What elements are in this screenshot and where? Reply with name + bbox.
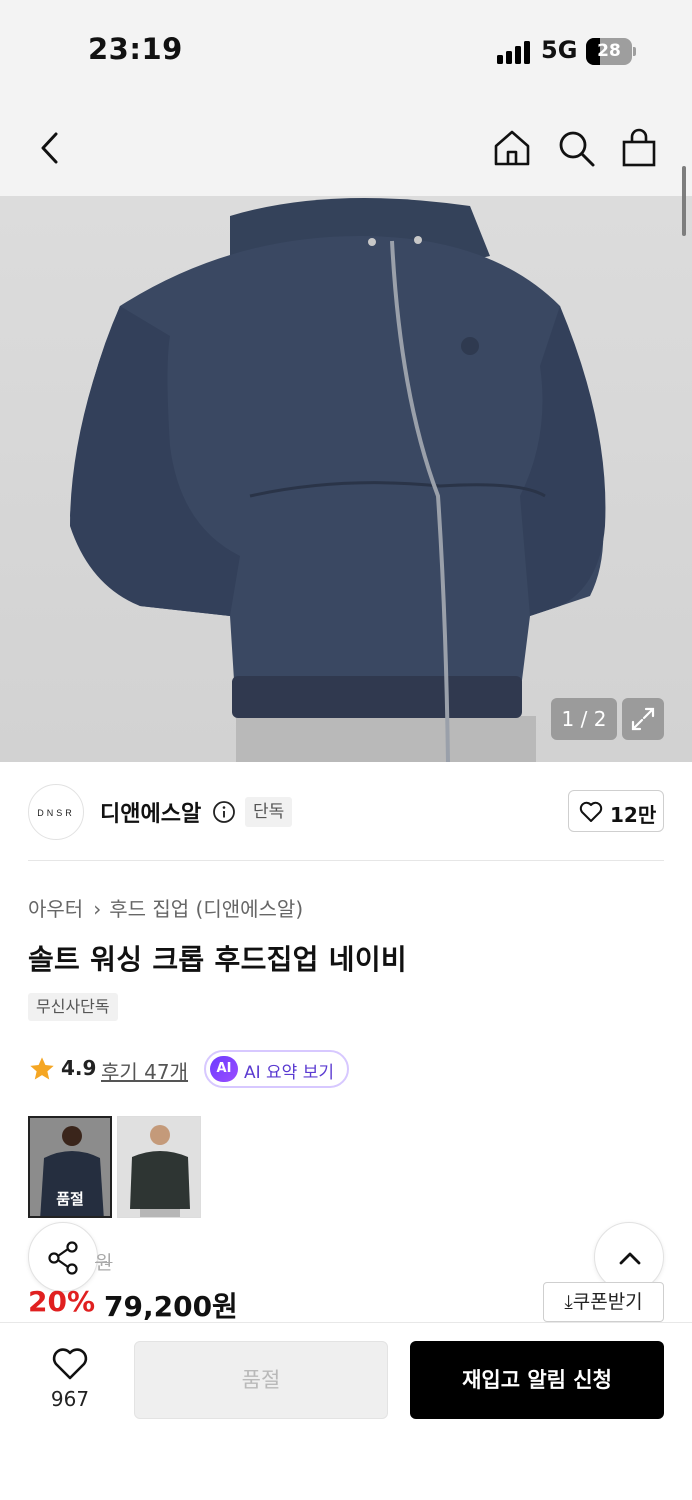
- shopping-bag-icon[interactable]: [619, 128, 659, 168]
- coupon-button[interactable]: ⤓쿠폰받기: [543, 1282, 664, 1322]
- brand-logo[interactable]: DNSR: [28, 784, 84, 840]
- info-icon[interactable]: [212, 800, 236, 824]
- product-photo: [70, 198, 606, 762]
- brand-like-button[interactable]: 12만: [568, 790, 664, 832]
- bottom-action-bar: 967 품절 재입고 알림 신청: [0, 1322, 692, 1500]
- heart-icon[interactable]: [51, 1347, 89, 1381]
- brand-like-count: 12만: [610, 803, 657, 827]
- soldout-label: 품절: [56, 1190, 84, 1208]
- product-title: 솔트 워싱 크롭 후드집업 네이비: [28, 943, 407, 976]
- download-icon: ⤓: [564, 1291, 573, 1313]
- network-type: 5G: [541, 36, 578, 64]
- soldout-button: 품절: [134, 1341, 388, 1419]
- coupon-label: 쿠폰받기: [572, 1291, 643, 1313]
- sale-price: 79,200원: [104, 1290, 238, 1323]
- top-nav: [0, 100, 692, 196]
- ai-summary-label: AI 요약 보기: [244, 1063, 335, 1083]
- exclusive-tag: 무신사단독: [28, 993, 118, 1021]
- signal-icon: [497, 40, 533, 64]
- expand-icon[interactable]: [622, 698, 664, 740]
- share-button[interactable]: [28, 1222, 98, 1292]
- chevron-right-icon: ›: [93, 897, 102, 921]
- discount-rate: 20%: [28, 1285, 96, 1318]
- breadcrumb-subcategory[interactable]: 후드 집업 (디앤에스알): [109, 897, 303, 921]
- color-thumbnail-navy[interactable]: 품절: [28, 1116, 112, 1218]
- battery-icon: 28: [586, 38, 632, 65]
- heart-icon: [579, 801, 603, 822]
- scrollbar[interactable]: [682, 166, 686, 236]
- search-icon[interactable]: [556, 128, 596, 168]
- status-bar: 23:19 5G 28: [0, 0, 692, 100]
- restock-alert-button[interactable]: 재입고 알림 신청: [410, 1341, 664, 1419]
- wishlist-count: 967: [50, 1387, 90, 1411]
- product-image[interactable]: 1 / 2: [0, 196, 692, 762]
- status-time: 23:19: [88, 32, 183, 66]
- share-icon: [48, 1241, 78, 1275]
- chevron-up-icon: [619, 1252, 641, 1265]
- battery-percent: 28: [597, 41, 621, 61]
- breadcrumb: 아우터 › 후드 집업 (디앤에스알): [28, 893, 303, 922]
- home-icon[interactable]: [492, 128, 532, 168]
- thumbnail-photo: [118, 1117, 200, 1217]
- original-price: 원: [95, 1252, 113, 1274]
- breadcrumb-category[interactable]: 아우터: [28, 897, 83, 921]
- reviews-link[interactable]: 후기 47개: [101, 1056, 188, 1085]
- chevron-left-icon[interactable]: [30, 128, 70, 168]
- image-counter: 1 / 2: [551, 698, 617, 740]
- ai-summary-button[interactable]: AI AI 요약 보기: [204, 1050, 349, 1088]
- star-icon: [30, 1057, 54, 1080]
- color-thumbnail-charcoal[interactable]: [117, 1116, 201, 1218]
- exclusive-badge: 단독: [245, 797, 293, 827]
- ai-icon: AI: [210, 1056, 238, 1082]
- divider: [28, 860, 664, 861]
- brand-name[interactable]: 디앤에스알: [100, 796, 201, 828]
- rating-value: 4.9: [61, 1056, 97, 1080]
